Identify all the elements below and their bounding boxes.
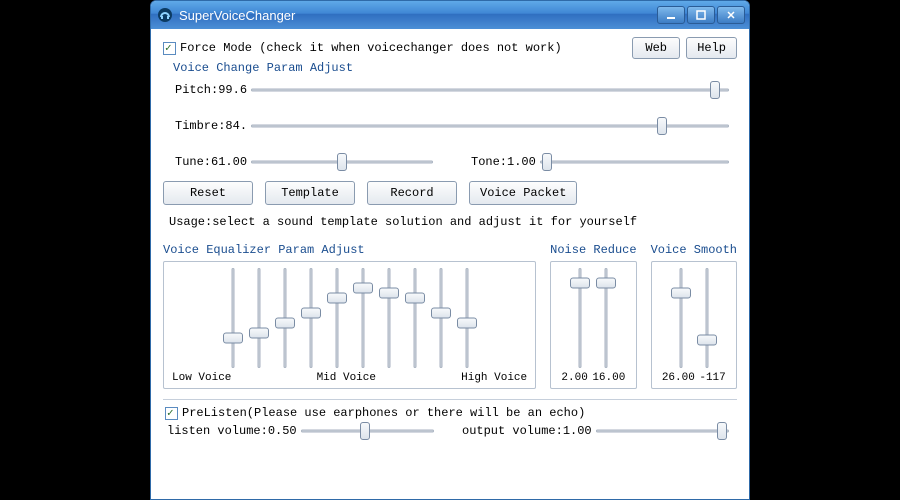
- prelisten-row: PreListen(Please use earphones or there …: [165, 406, 737, 420]
- tone-label: Tone:1.00: [471, 155, 536, 169]
- window-controls: [657, 6, 745, 24]
- noise-val1: 2.00: [561, 372, 587, 384]
- eq-band-slider-7[interactable]: [381, 268, 397, 368]
- eq-band-slider-8[interactable]: [407, 268, 423, 368]
- timbre-label: Timbre:84.: [175, 119, 247, 133]
- maximize-button[interactable]: [687, 6, 715, 24]
- smooth-val2: -117: [699, 372, 725, 384]
- noise-box: 2.00 16.00: [550, 261, 636, 389]
- eq-low-label: Low Voice: [172, 372, 231, 384]
- tone-slider[interactable]: [540, 153, 729, 171]
- eq-band-slider-1[interactable]: [225, 268, 241, 368]
- equalizer-group: Voice Equalizer Param Adjust Low Voice M…: [163, 243, 536, 389]
- eq-sliders: [225, 268, 475, 368]
- template-button[interactable]: Template: [265, 181, 355, 205]
- noise-title: Noise Reduce: [550, 243, 636, 257]
- force-mode-label: Force Mode (check it when voicechanger d…: [180, 41, 562, 55]
- noise-slider-2[interactable]: [598, 268, 614, 368]
- noise-sliders: [572, 268, 614, 368]
- tune-tone-row: Tune:61.00 Tone:1.00: [175, 153, 737, 171]
- eq-band-slider-9[interactable]: [433, 268, 449, 368]
- close-icon: [726, 10, 736, 20]
- window-title: SuperVoiceChanger: [179, 8, 657, 23]
- reset-button[interactable]: Reset: [163, 181, 253, 205]
- eq-labels: Low Voice Mid Voice High Voice: [172, 372, 527, 384]
- minimize-button[interactable]: [657, 6, 685, 24]
- voice-change-params: Voice Change Param Adjust Pitch:99.6 Tim…: [163, 61, 737, 171]
- prelisten-checkbox[interactable]: [165, 407, 178, 420]
- separator: [163, 399, 737, 400]
- eq-title: Voice Equalizer Param Adjust: [163, 243, 536, 257]
- voice-smooth-group: Voice Smooth 26.00 -117: [651, 243, 737, 389]
- pitch-label: Pitch:99.6: [175, 83, 247, 97]
- smooth-labels: 26.00 -117: [660, 372, 728, 384]
- eq-high-label: High Voice: [461, 372, 527, 384]
- smooth-sliders: [673, 268, 715, 368]
- content-area: Force Mode (check it when voicechanger d…: [151, 29, 749, 499]
- smooth-slider-1[interactable]: [673, 268, 689, 368]
- web-button[interactable]: Web: [632, 37, 680, 59]
- force-mode-checkbox[interactable]: [163, 42, 176, 55]
- record-button[interactable]: Record: [367, 181, 457, 205]
- smooth-title: Voice Smooth: [651, 243, 737, 257]
- tune-label: Tune:61.00: [175, 155, 247, 169]
- titlebar[interactable]: SuperVoiceChanger: [151, 1, 749, 29]
- noise-reduce-group: Noise Reduce 2.00 16.00: [550, 243, 636, 389]
- output-volume-slider[interactable]: [596, 422, 729, 440]
- eq-section: Voice Equalizer Param Adjust Low Voice M…: [163, 243, 737, 389]
- eq-band-slider-4[interactable]: [303, 268, 319, 368]
- noise-val2: 16.00: [592, 372, 625, 384]
- smooth-slider-2[interactable]: [699, 268, 715, 368]
- smooth-box: 26.00 -117: [651, 261, 737, 389]
- usage-text: Usage:select a sound template solution a…: [169, 215, 737, 229]
- help-button[interactable]: Help: [686, 37, 737, 59]
- eq-band-slider-3[interactable]: [277, 268, 293, 368]
- voice-packet-button[interactable]: Voice Packet: [469, 181, 577, 205]
- pitch-row: Pitch:99.6: [175, 81, 737, 99]
- app-icon: [157, 7, 173, 23]
- prelisten-label: PreListen(Please use earphones or there …: [182, 406, 585, 420]
- listen-volume-label: listen volume:0.50: [167, 424, 297, 438]
- eq-band-slider-6[interactable]: [355, 268, 371, 368]
- tune-slider[interactable]: [251, 153, 433, 171]
- eq-band-slider-5[interactable]: [329, 268, 345, 368]
- output-volume-label: output volume:1.00: [462, 424, 592, 438]
- eq-band-slider-2[interactable]: [251, 268, 267, 368]
- noise-labels: 2.00 16.00: [559, 372, 627, 384]
- top-buttons: Web Help: [632, 37, 737, 59]
- volume-row: listen volume:0.50 output volume:1.00: [167, 422, 737, 440]
- maximize-icon: [696, 10, 706, 20]
- action-buttons: Reset Template Record Voice Packet: [163, 181, 737, 205]
- timbre-row: Timbre:84.: [175, 117, 737, 135]
- smooth-val1: 26.00: [662, 372, 695, 384]
- eq-mid-label: Mid Voice: [317, 372, 376, 384]
- minimize-icon: [666, 10, 676, 20]
- app-window: SuperVoiceChanger Force Mode (check it w…: [150, 0, 750, 500]
- timbre-slider[interactable]: [251, 117, 729, 135]
- listen-volume-slider[interactable]: [301, 422, 434, 440]
- params-legend: Voice Change Param Adjust: [173, 61, 737, 75]
- close-button[interactable]: [717, 6, 745, 24]
- noise-slider-1[interactable]: [572, 268, 588, 368]
- eq-box: Low Voice Mid Voice High Voice: [163, 261, 536, 389]
- eq-band-slider-10[interactable]: [459, 268, 475, 368]
- top-row: Force Mode (check it when voicechanger d…: [163, 37, 737, 59]
- pitch-slider[interactable]: [251, 81, 729, 99]
